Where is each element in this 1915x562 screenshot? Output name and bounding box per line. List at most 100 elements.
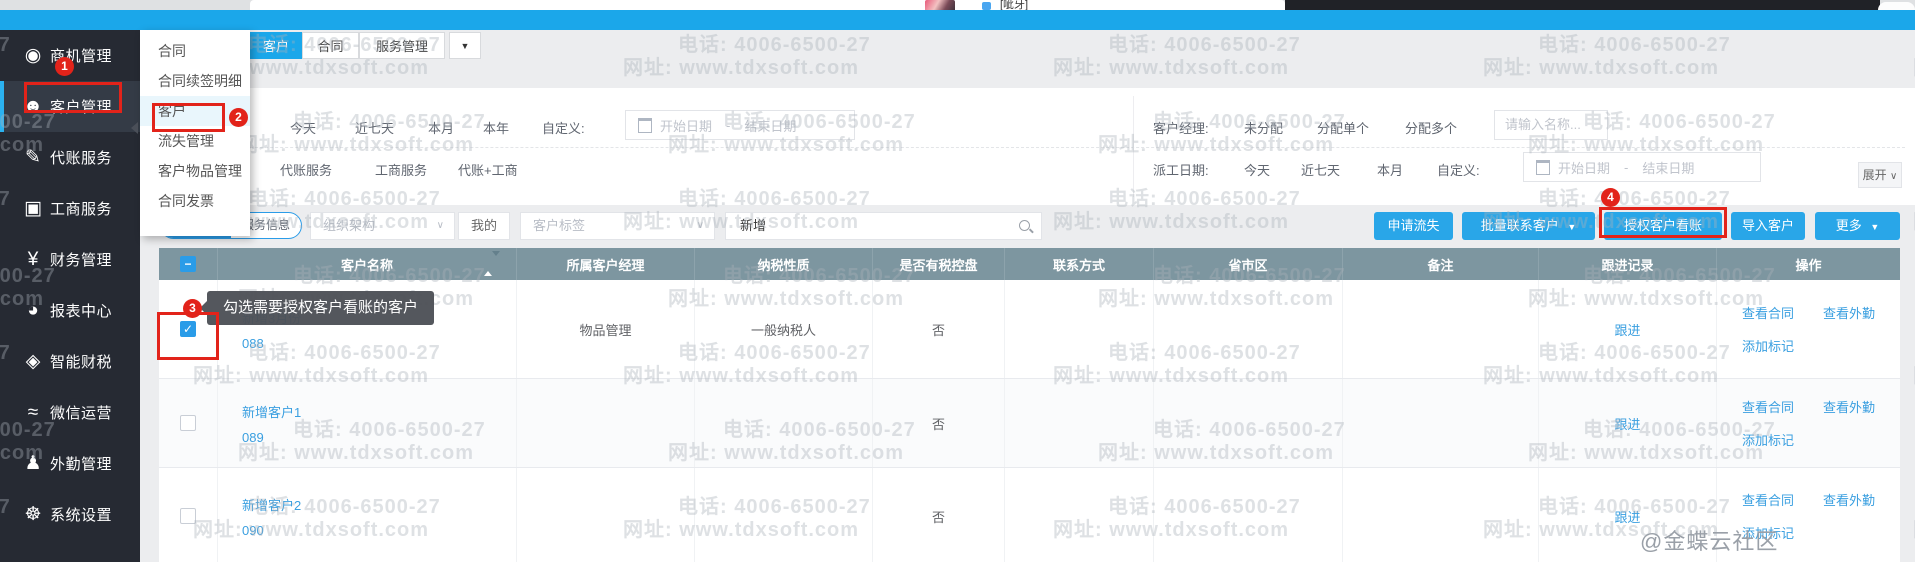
start-date-placeholder: 开始日期 [1558,158,1610,177]
manager-unassigned[interactable]: 未分配 [1244,118,1283,137]
view-contract-link[interactable]: 查看合同 [1742,397,1794,416]
menu-item-contract[interactable]: 合同 [140,36,250,66]
apply-churn-button[interactable]: 申请流失 [1374,212,1453,240]
search-input[interactable]: 新增 [725,212,1042,240]
customer-management-submenu: 合同 合同续签明细 客户 流失管理 客户物品管理 合同发票 [140,30,250,236]
sidebar-item-business[interactable]: ▣ 工商服务 [0,183,140,234]
row-checkbox[interactable]: ✓ [180,321,196,337]
tax-type-cell [695,468,873,562]
row-checkbox[interactable] [180,415,196,431]
menu-item-customer-goods[interactable]: 客户物品管理 [140,156,250,186]
chat-window-edge [250,0,1285,10]
app-window: [呲牙] ◉ 商机管理 ☻ 客户管理 ✎ 代账服务 ▣ 工商服务 ¥ 财务管理 … [0,0,1915,562]
customer-code-link[interactable]: 088 [242,336,264,351]
table-row: 新增客户1 089 否 跟进 查看合同 查看外勤 添加标记 [159,379,1900,468]
filter-today[interactable]: 今天 [290,118,316,137]
tooltip: 勾选需要授权客户看账的客户 [207,291,434,325]
field-work-icon: ♟ [18,452,48,475]
date-range-input[interactable]: 开始日期 - 结束日期 [625,110,855,140]
dispatch-date-range-input[interactable]: 开始日期 - 结束日期 [1523,152,1761,182]
col-customer-name[interactable]: 客户名称 [218,248,517,280]
expand-filters-button[interactable]: 展开 ∨ [1858,162,1902,188]
remark-cell [1343,468,1539,562]
customer-icon: ☻ [18,96,48,118]
customer-name-link[interactable]: 新增客户2 [242,495,301,514]
view-contract-link[interactable]: 查看合同 [1742,303,1794,322]
filter-this-month[interactable]: 本月 [428,118,454,137]
tab-service-management[interactable]: 服务管理 [359,32,445,59]
customer-tag-select[interactable]: 客户标签 ∨ [520,212,715,240]
follow-up-link[interactable]: 跟进 [1614,414,1640,433]
smart-tax-icon: ◈ [18,350,48,373]
filter-service-business[interactable]: 工商服务 [375,160,427,179]
filter-last7days[interactable]: 近七天 [355,118,394,137]
menu-item-churn[interactable]: 流失管理 [140,126,250,156]
col-region: 省市区 [1154,248,1343,280]
sidebar-item-settings[interactable]: ☸ 系统设置 [0,489,140,540]
dispatch-last7days[interactable]: 近七天 [1301,160,1340,179]
manager-assign-single[interactable]: 分配单个 [1317,118,1369,137]
tab-contract[interactable]: 合同 [302,32,359,59]
remark-cell [1343,379,1539,467]
sort-icon[interactable] [484,256,492,271]
region-cell [1154,379,1343,467]
col-follow-record: 跟进记录 [1539,248,1717,280]
view-fieldwork-link[interactable]: 查看外勤 [1823,303,1875,322]
sidebar-item-report[interactable]: ◕ 报表中心 [0,285,140,336]
annotation-badge-2: 2 [229,108,248,127]
opportunity-icon: ◉ [18,44,48,67]
select-all-checkbox[interactable]: − [180,256,196,272]
batch-contact-button[interactable]: 批量联系客户 ▼ [1462,212,1595,240]
wechat-icon: ≈ [18,402,48,424]
customer-code-link[interactable]: 090 [242,523,264,538]
sidebar-item-wechat[interactable]: ≈ 微信运营 [0,387,140,438]
customer-code-link[interactable]: 089 [242,430,264,445]
caret-down-icon: ▼ [1870,222,1879,232]
view-fieldwork-link[interactable]: 查看外勤 [1823,490,1875,509]
chevron-down-icon: ∨ [697,213,704,239]
manager-assign-multi[interactable]: 分配多个 [1405,118,1457,137]
authorize-customer-accounts-button[interactable]: 授权客户看账 [1604,212,1722,240]
add-mark-link[interactable]: 添加标记 [1742,430,1794,449]
more-button[interactable]: 更多 ▼ [1815,212,1900,240]
chat-message-text: [呲牙] [1000,0,1028,10]
sidebar-item-finance[interactable]: ¥ 财务管理 [0,234,140,285]
remark-cell [1343,280,1539,378]
dispatch-this-month[interactable]: 本月 [1377,160,1403,179]
end-date-placeholder: 结束日期 [744,116,796,135]
select-all-checkbox-cell: − [159,248,218,280]
follow-up-link[interactable]: 跟进 [1614,320,1640,339]
start-date-placeholder: 开始日期 [660,116,712,135]
filter-service-bookkeeping[interactable]: 代账服务 [280,160,332,179]
annotation-badge-3: 3 [183,299,202,318]
view-fieldwork-link[interactable]: 查看外勤 [1823,397,1875,416]
mine-button[interactable]: 我的 [458,212,510,240]
filter-service-both[interactable]: 代账+工商 [458,160,518,179]
sidebar-item-field-work[interactable]: ♟ 外勤管理 [0,438,140,489]
menu-item-contract-invoice[interactable]: 合同发票 [140,186,250,216]
filter-this-year[interactable]: 本年 [483,118,509,137]
add-mark-link[interactable]: 添加标记 [1742,336,1794,355]
dispatch-today[interactable]: 今天 [1244,160,1270,179]
avatar [925,0,955,10]
sidebar-item-customer[interactable]: ☻ 客户管理 [0,81,140,132]
manager-name-input[interactable]: 请输入名称... [1494,110,1608,140]
manager-cell [517,379,695,467]
caret-down-icon: ▼ [461,41,470,51]
import-customer-button[interactable]: 导入客户 [1731,212,1805,240]
sidebar-item-bookkeeping[interactable]: ✎ 代账服务 [0,132,140,183]
sidebar-item-smart-tax[interactable]: ◈ 智能财税 [0,336,140,387]
custom-date-label: 自定义: [542,118,585,137]
view-contract-link[interactable]: 查看合同 [1742,490,1794,509]
app-top-bar [0,10,1915,30]
tax-type-cell [695,379,873,467]
customer-name-link[interactable]: 新增客户1 [242,402,301,421]
org-structure-select[interactable]: 组织架构 ∨ [310,212,455,240]
menu-item-contract-renewal[interactable]: 合同续签明细 [140,66,250,96]
tab-customer-active[interactable]: 客户 [250,32,302,59]
follow-up-link[interactable]: 跟进 [1614,507,1640,526]
tax-disk-cell: 否 [873,280,1005,378]
toolbar: 基本资料 服务信息 组织架构 ∨ 我的 客户标签 ∨ 新增 申请流失 批量联系客… [0,210,1915,242]
row-checkbox[interactable] [180,508,196,524]
tab-dropdown-caret[interactable]: ▼ [449,32,481,59]
